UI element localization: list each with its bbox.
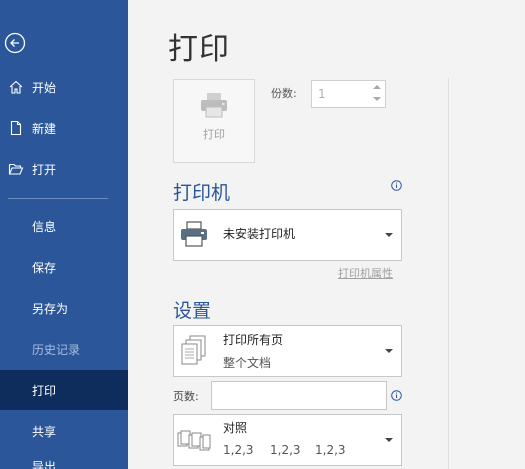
sidebar-item-save[interactable]: 保存 [0, 247, 128, 287]
sidebar-item-share[interactable]: 共享 [0, 411, 128, 451]
print-button[interactable]: 打印 [173, 79, 255, 163]
print-pane: 打印 打印 份数: 1 打印机 未安装打印机 打印机属性 设置 打印所有页 整个… [128, 0, 525, 469]
sidebar-item-print[interactable]: 打印 [0, 370, 128, 410]
pages-input[interactable] [211, 381, 387, 410]
sidebar-item-open[interactable]: 打开 [0, 152, 128, 186]
sidebar-item-label: 打开 [32, 162, 57, 177]
collate-icon [177, 430, 211, 451]
info-icon[interactable] [391, 180, 402, 191]
printer-section-title: 打印机 [173, 182, 231, 204]
home-icon [8, 79, 24, 95]
open-folder-icon [8, 161, 24, 177]
sidebar-item-label: 保存 [32, 260, 57, 275]
chevron-down-icon [385, 438, 393, 442]
collate-dropdown[interactable]: 对照 1,2,3 1,2,3 1,2,3 [173, 414, 402, 466]
sidebar-item-label: 历史记录 [32, 342, 81, 357]
info-icon[interactable] [391, 390, 402, 401]
print-range-value: 打印所有页 [223, 333, 284, 347]
sidebar-item-label: 新建 [32, 121, 57, 136]
print-range-dropdown[interactable]: 打印所有页 整个文档 [173, 325, 402, 377]
spin-up-icon[interactable] [373, 84, 381, 90]
sidebar-divider [8, 198, 108, 199]
sidebar-item-label: 另存为 [32, 301, 69, 316]
collate-sequence: 1,2,3 [315, 443, 346, 457]
sidebar-item-save-as[interactable]: 另存为 [0, 288, 128, 328]
collate-sequence: 1,2,3 [223, 443, 254, 457]
sidebar-item-label: 导出 [32, 459, 57, 469]
copies-label: 份数: [271, 87, 297, 100]
printer-properties-link[interactable]: 打印机属性 [338, 265, 393, 281]
printer-dropdown[interactable]: 未安装打印机 [173, 209, 402, 261]
collate-sequence: 1,2,3 [270, 443, 301, 457]
new-document-icon [8, 120, 24, 136]
sidebar-item-label: 信息 [32, 219, 57, 234]
sidebar-item-new[interactable]: 新建 [0, 111, 128, 145]
settings-section-title: 设置 [173, 300, 212, 322]
all-pages-icon [181, 335, 206, 365]
sidebar-item-label: 共享 [32, 424, 57, 439]
pages-label: 页数: [173, 390, 199, 403]
page-title: 打印 [168, 32, 230, 67]
sidebar-item-label: 打印 [32, 383, 57, 398]
print-range-description: 整个文档 [223, 356, 272, 370]
copies-value: 1 [318, 87, 326, 101]
sidebar-item-home[interactable]: 开始 [0, 70, 128, 104]
sidebar-item-export[interactable]: 导出 [0, 446, 128, 469]
printer-icon [181, 221, 207, 247]
back-button[interactable] [4, 32, 26, 54]
back-arrow-icon [4, 32, 26, 54]
selected-printer: 未安装打印机 [223, 227, 296, 241]
collate-value: 对照 [223, 421, 248, 435]
printer-icon [199, 92, 229, 122]
chevron-down-icon [385, 349, 393, 353]
sidebar-item-label: 开始 [32, 80, 57, 95]
chevron-down-icon [385, 233, 393, 237]
copies-stepper[interactable]: 1 [311, 80, 386, 108]
backstage-sidebar: 开始 新建 打开 信息 保存 另存为 历史记录 打印 共享 导出 [0, 0, 128, 469]
preview-divider [448, 78, 449, 469]
sidebar-item-history[interactable]: 历史记录 [0, 329, 128, 369]
spin-down-icon[interactable] [373, 96, 381, 102]
sidebar-item-info[interactable]: 信息 [0, 206, 128, 246]
print-button-label: 打印 [203, 128, 225, 141]
